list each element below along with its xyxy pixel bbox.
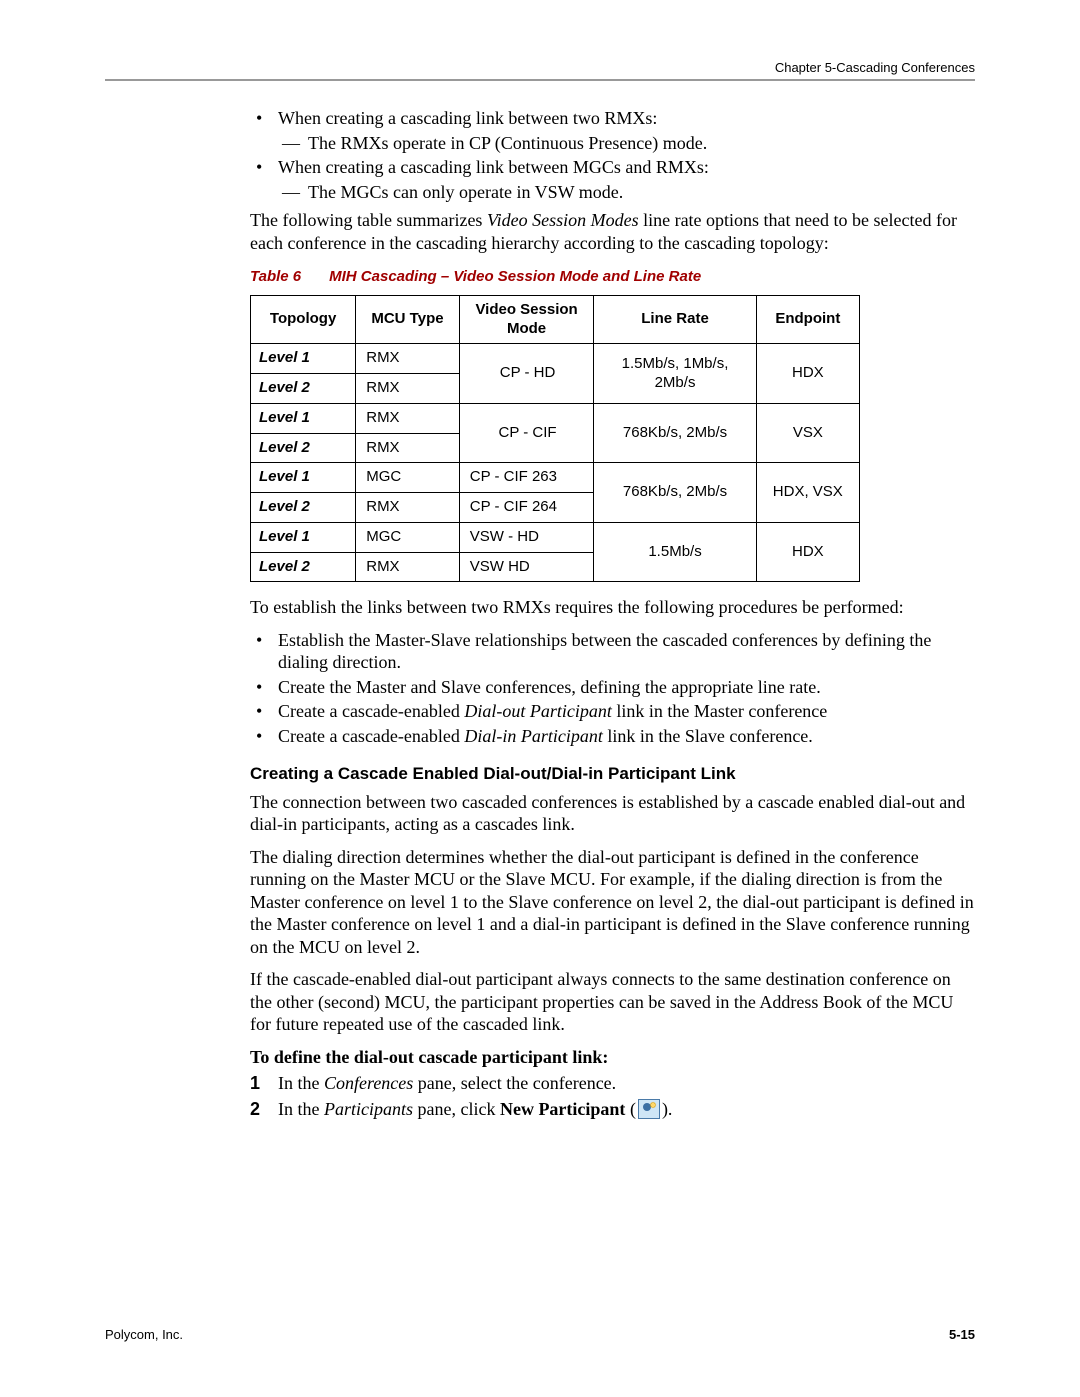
cell-mode: CP - HD	[459, 344, 594, 404]
text: Create a cascade-enabled	[278, 701, 464, 721]
list-item-sub: The MGCs can only operate in VSW mode.	[278, 181, 975, 204]
table-row: Level 1 RMX CP - CIF 768Kb/s, 2Mb/s VSX	[251, 403, 860, 433]
footer-company: Polycom, Inc.	[105, 1327, 183, 1342]
text: Create a cascade-enabled	[278, 726, 464, 746]
bullet-text: When creating a cascading link between M…	[278, 157, 709, 177]
cell-topology: Level 1	[251, 403, 356, 433]
intro-bullets: When creating a cascading link between t…	[250, 107, 975, 203]
cell-endpoint: HDX, VSX	[756, 463, 859, 523]
text: link in the Slave conference.	[603, 726, 813, 746]
cell-topology: Level 2	[251, 433, 356, 463]
list-item: When creating a cascading link between M…	[250, 156, 975, 203]
paragraph: If the cascade-enabled dial-out particip…	[250, 968, 975, 1036]
cell-mcu: RMX	[356, 403, 460, 433]
cell-mcu: MGC	[356, 522, 460, 552]
cell-rate: 1.5Mb/s, 1Mb/s, 2Mb/s	[594, 344, 756, 404]
table-number: Table 6	[250, 268, 301, 285]
body-text: When creating a cascading link between t…	[250, 107, 975, 1120]
cell-endpoint: VSX	[756, 403, 859, 463]
mih-cascading-table: Topology MCU Type Video Session Mode Lin…	[250, 295, 860, 583]
cell-topology: Level 2	[251, 374, 356, 404]
text-emphasis: Conferences	[324, 1073, 413, 1093]
cell-mode: VSW HD	[459, 552, 594, 582]
footer-page-number: 5-15	[949, 1327, 975, 1342]
text: ).	[662, 1099, 673, 1119]
text: link in the Master conference	[612, 701, 827, 721]
table-row: Level 1 MGC CP - CIF 263 768Kb/s, 2Mb/s …	[251, 463, 860, 493]
cell-mcu: MGC	[356, 463, 460, 493]
col-endpoint: Endpoint	[756, 295, 859, 344]
cell-mode: CP - CIF	[459, 403, 594, 463]
text: pane, click	[413, 1099, 500, 1119]
section-heading: Creating a Cascade Enabled Dial-out/Dial…	[250, 763, 975, 784]
procedure-bullets: Establish the Master-Slave relationships…	[250, 629, 975, 748]
text: In the	[278, 1073, 324, 1093]
cell-topology: Level 2	[251, 493, 356, 523]
table-row: Level 1 RMX CP - HD 1.5Mb/s, 1Mb/s, 2Mb/…	[251, 344, 860, 374]
list-item: Establish the Master-Slave relationships…	[250, 629, 975, 674]
intro-paragraph: The following table summarizes Video Ses…	[250, 209, 975, 254]
text-emphasis: Dial-out Participant	[464, 701, 612, 721]
paragraph: The dialing direction determines whether…	[250, 846, 975, 959]
procedure-heading: To define the dial-out cascade participa…	[250, 1046, 975, 1069]
text-emphasis: Video Session Modes	[487, 210, 639, 230]
text-emphasis: Participants	[324, 1099, 413, 1119]
table-title: MIH Cascading – Video Session Mode and L…	[329, 268, 701, 285]
bullet-text: When creating a cascading link between t…	[278, 108, 657, 128]
new-participant-icon	[638, 1099, 660, 1119]
col-video-session-mode: Video Session Mode	[459, 295, 594, 344]
procedure-steps: In the Conferences pane, select the conf…	[250, 1072, 975, 1120]
cell-topology: Level 2	[251, 552, 356, 582]
step-item: In the Conferences pane, select the conf…	[250, 1072, 975, 1095]
cell-mcu: RMX	[356, 433, 460, 463]
header-rule	[105, 79, 975, 81]
text: In the	[278, 1099, 324, 1119]
cell-rate: 1.5Mb/s	[594, 522, 756, 582]
text: The following table summarizes	[250, 210, 487, 230]
col-mcu-type: MCU Type	[356, 295, 460, 344]
table-header-row: Topology MCU Type Video Session Mode Lin…	[251, 295, 860, 344]
cell-mode: CP - CIF 264	[459, 493, 594, 523]
table-row: Level 1 MGC VSW - HD 1.5Mb/s HDX	[251, 522, 860, 552]
cell-rate: 768Kb/s, 2Mb/s	[594, 403, 756, 463]
page-content: Chapter 5-Cascading Conferences When cre…	[105, 60, 975, 1124]
cell-endpoint: HDX	[756, 344, 859, 404]
text: (	[625, 1099, 636, 1119]
list-item: Create a cascade-enabled Dial-out Partic…	[250, 700, 975, 723]
list-item: When creating a cascading link between t…	[250, 107, 975, 154]
cell-endpoint: HDX	[756, 522, 859, 582]
after-table-paragraph: To establish the links between two RMXs …	[250, 596, 975, 619]
text-bold: New Participant	[500, 1099, 625, 1119]
cell-topology: Level 1	[251, 522, 356, 552]
table-caption: Table 6 MIH Cascading – Video Session Mod…	[250, 268, 975, 287]
cell-mcu: RMX	[356, 344, 460, 374]
text-emphasis: Dial-in Participant	[464, 726, 603, 746]
list-item: Create the Master and Slave conferences,…	[250, 676, 975, 699]
running-head: Chapter 5-Cascading Conferences	[105, 60, 975, 75]
list-item: Create a cascade-enabled Dial-in Partici…	[250, 725, 975, 748]
cell-mcu: RMX	[356, 552, 460, 582]
cell-mcu: RMX	[356, 374, 460, 404]
list-item-sub: The RMXs operate in CP (Continuous Prese…	[278, 132, 975, 155]
text: pane, select the conference.	[413, 1073, 616, 1093]
paragraph: The connection between two cascaded conf…	[250, 791, 975, 836]
cell-rate: 768Kb/s, 2Mb/s	[594, 463, 756, 523]
cell-mode: CP - CIF 263	[459, 463, 594, 493]
cell-mode: VSW - HD	[459, 522, 594, 552]
cell-topology: Level 1	[251, 344, 356, 374]
col-line-rate: Line Rate	[594, 295, 756, 344]
cell-topology: Level 1	[251, 463, 356, 493]
cell-mcu: RMX	[356, 493, 460, 523]
step-item: In the Participants pane, click New Part…	[250, 1098, 975, 1121]
page-footer: Polycom, Inc. 5-15	[105, 1327, 975, 1342]
col-topology: Topology	[251, 295, 356, 344]
